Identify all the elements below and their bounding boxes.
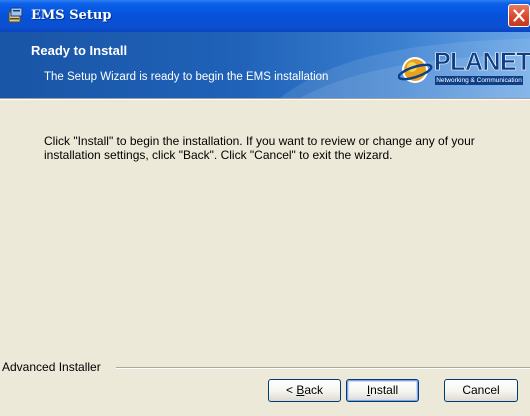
footer-divider xyxy=(116,367,530,369)
back-button[interactable]: < Back xyxy=(268,379,341,402)
banner-title: Ready to Install xyxy=(31,43,128,58)
setup-window: EMS Setup Ready to Install The Setup Wiz… xyxy=(0,0,530,416)
cancel-button[interactable]: Cancel xyxy=(444,379,518,402)
banner-subtitle: The Setup Wizard is ready to begin the E… xyxy=(44,71,329,83)
logo-wordmark: PLANET xyxy=(434,48,530,77)
back-button-label: < Back xyxy=(285,383,324,397)
planet-globe-logo-icon xyxy=(398,57,433,83)
instruction-text: Click "Install" to begin the installatio… xyxy=(44,134,475,162)
cancel-button-label: Cancel xyxy=(462,383,500,397)
close-button[interactable] xyxy=(508,4,530,27)
planet-logo: PLANET Networking & Communication xyxy=(398,48,530,88)
banner-divider xyxy=(0,98,530,100)
title-bar[interactable]: EMS Setup xyxy=(0,0,530,32)
close-icon xyxy=(513,9,525,22)
window-title: EMS Setup xyxy=(31,8,112,23)
header-banner: Ready to Install The Setup Wizard is rea… xyxy=(0,32,530,98)
install-button-label: Install xyxy=(366,383,399,397)
install-button[interactable]: Install xyxy=(346,379,419,402)
brand-label: Advanced Installer xyxy=(2,360,106,374)
logo-tagline: Networking & Communication xyxy=(435,76,523,85)
installer-app-icon xyxy=(8,7,23,23)
